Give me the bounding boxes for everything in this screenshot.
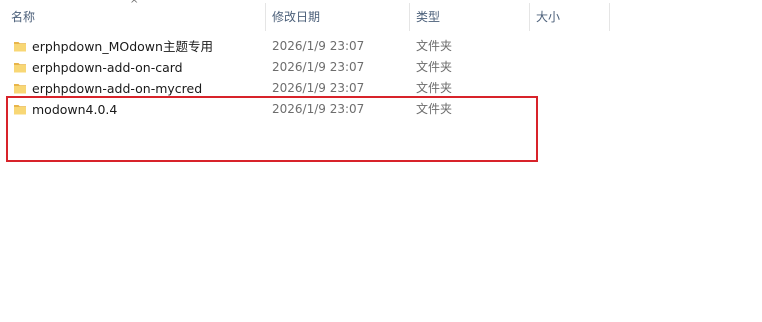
file-type: 文件夹 (416, 60, 453, 74)
column-divider[interactable] (265, 3, 266, 31)
column-header-size[interactable]: 大小 (536, 0, 560, 33)
file-type: 文件夹 (416, 39, 453, 53)
column-header-bar: ^ 名称 修改日期 类型 大小 (0, 0, 762, 33)
file-name: erphpdown-add-on-card (32, 60, 183, 75)
file-name: erphpdown_MOdown主题专用 (32, 39, 213, 54)
file-modified: 2026/1/9 23:07 (272, 39, 365, 53)
folder-icon (14, 63, 26, 73)
column-header-type[interactable]: 类型 (416, 0, 440, 33)
folder-icon (14, 84, 26, 94)
highlight-annotation-box (6, 96, 538, 162)
column-divider[interactable] (609, 3, 610, 31)
column-divider[interactable] (409, 3, 410, 31)
file-row[interactable]: erphpdown-add-on-card 2026/1/9 23:07 文件夹 (0, 57, 762, 78)
column-header-name[interactable]: 名称 (11, 0, 35, 33)
file-modified: 2026/1/9 23:07 (272, 60, 365, 74)
column-divider[interactable] (529, 3, 530, 31)
file-row[interactable]: erphpdown_MOdown主题专用 2026/1/9 23:07 文件夹 (0, 36, 762, 57)
column-header-modified[interactable]: 修改日期 (272, 0, 320, 33)
sort-ascending-icon: ^ (130, 0, 139, 10)
folder-icon (14, 42, 26, 52)
